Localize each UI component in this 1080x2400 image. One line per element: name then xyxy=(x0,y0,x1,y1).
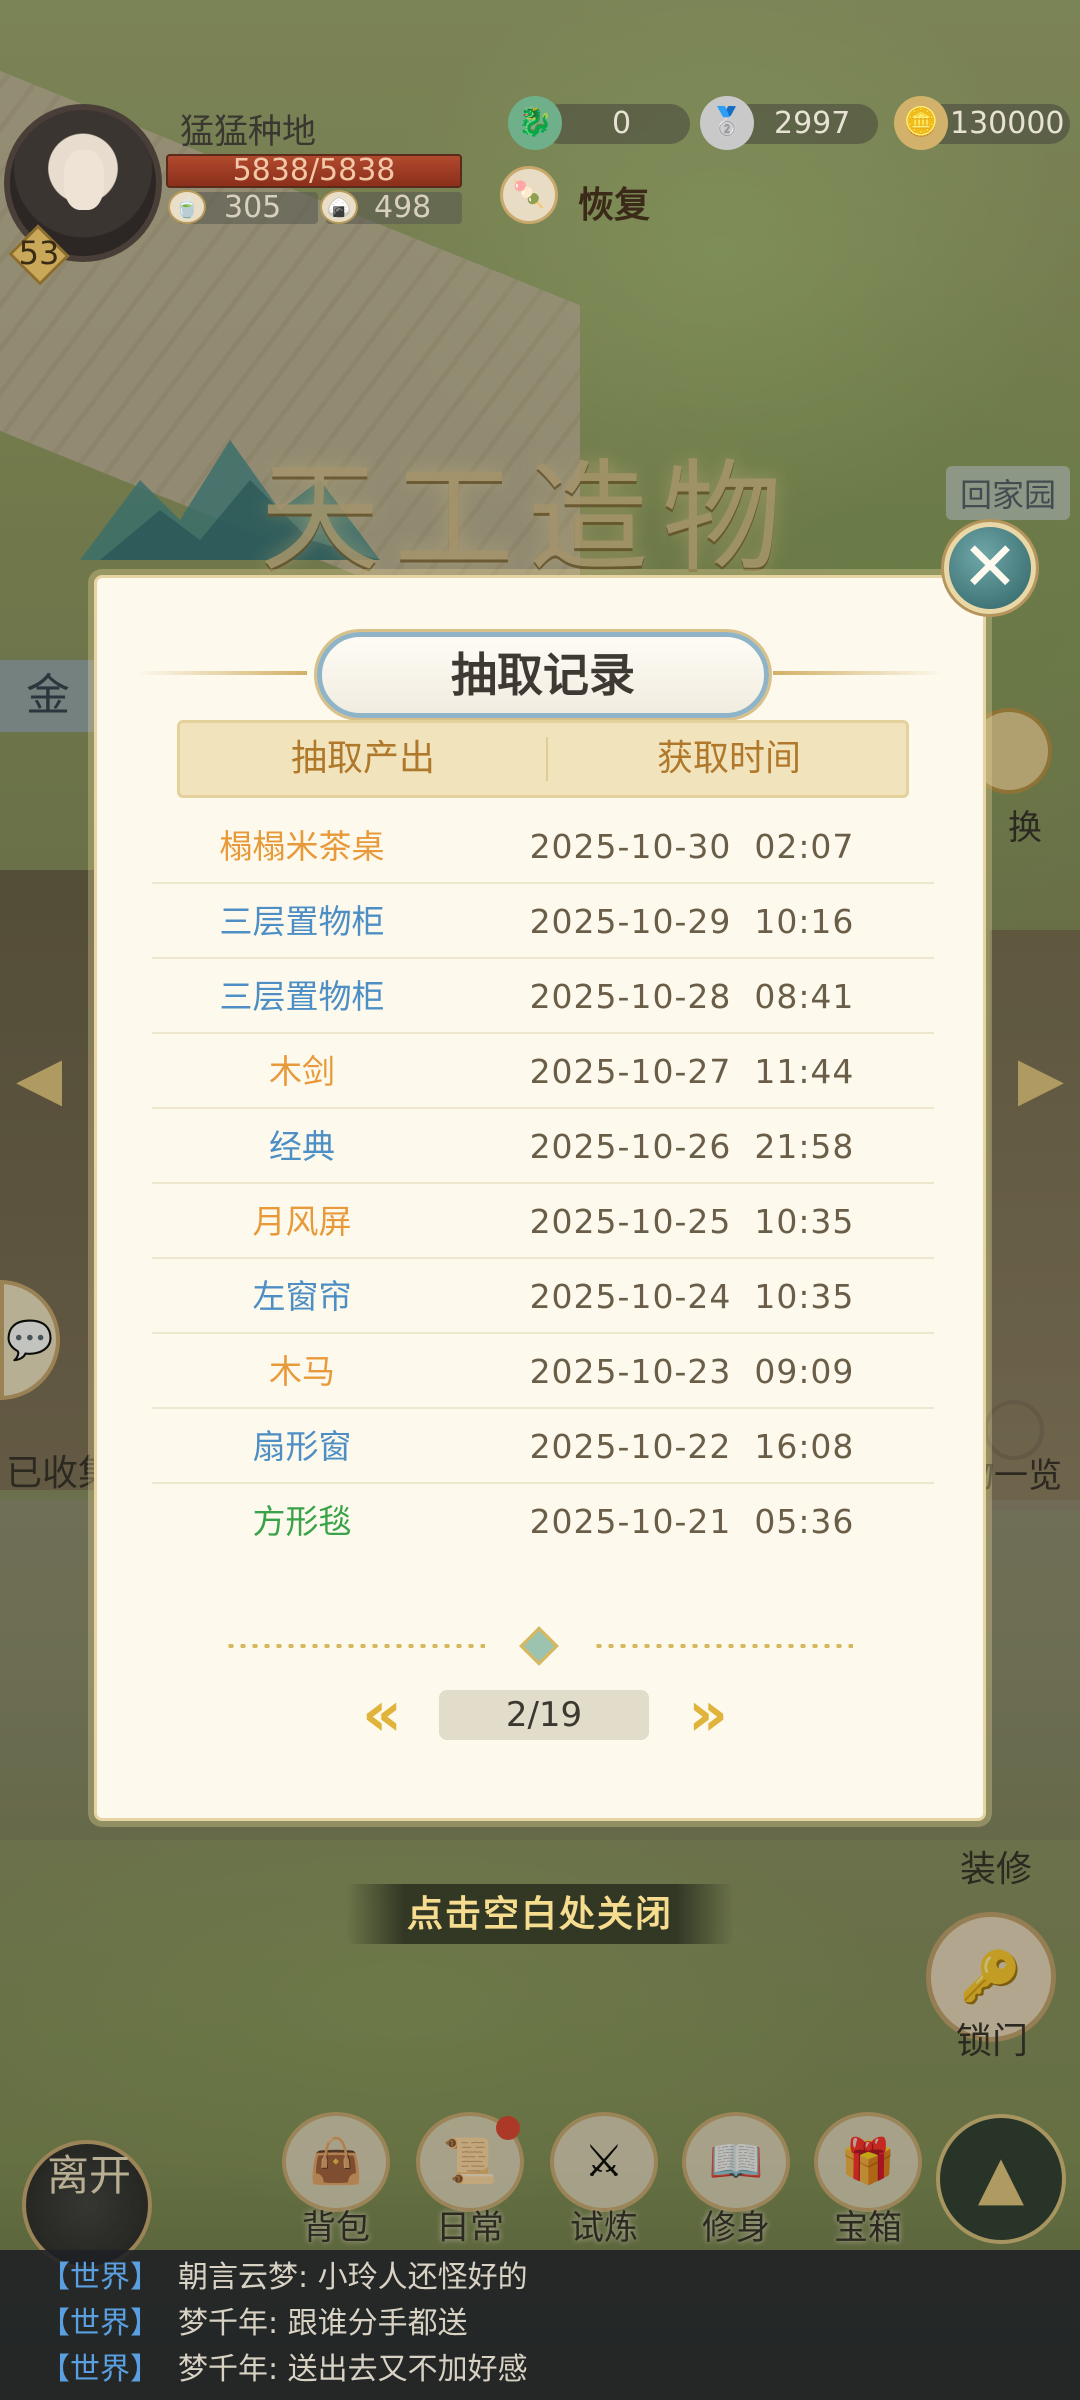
draw-record-modal: 抽取记录 抽取产出 获取时间 榻榻米茶桌 2025-10-30 02:07 三层… xyxy=(94,575,986,1821)
title-ornament-left xyxy=(137,671,307,675)
hp-bar: 5838/5838 xyxy=(166,154,462,188)
coins-icon[interactable]: 🪙 xyxy=(894,96,948,150)
row-item: 三层置物柜 xyxy=(219,902,385,941)
row-item: 榻榻米茶桌 xyxy=(219,827,385,866)
row-time: 2025-10-22 16:08 xyxy=(529,1427,855,1466)
table-row: 榻榻米茶桌 2025-10-30 02:07 xyxy=(152,810,934,884)
close-icon: ✕ xyxy=(961,528,1019,607)
dotted-divider-right xyxy=(593,1644,853,1648)
restore-label: 恢复 xyxy=(578,185,651,226)
diamond-ornament-icon xyxy=(519,1626,559,1666)
chat-text: 朝言云梦: 小玲人还怪好的 xyxy=(178,2260,528,2295)
table-row: 木马 2025-10-23 09:09 xyxy=(152,1335,934,1409)
row-item: 方形毯 xyxy=(252,1502,352,1541)
table-row: 左窗帘 2025-10-24 10:35 xyxy=(152,1260,934,1334)
food-icon: 🍙 xyxy=(320,190,358,224)
chat-channel: 【世界】 xyxy=(40,2352,160,2387)
modal-title: 抽取记录 xyxy=(451,648,635,702)
prev-page-button[interactable]: « xyxy=(347,1683,417,1746)
table-row: 经典 2025-10-26 21:58 xyxy=(152,1110,934,1184)
chat-channel: 【世界】 xyxy=(40,2260,160,2295)
row-item: 左窗帘 xyxy=(252,1277,352,1316)
table-row: 三层置物柜 2025-10-28 08:41 xyxy=(152,960,934,1034)
row-time: 2025-10-30 02:07 xyxy=(529,827,855,866)
table-row: 木剑 2025-10-27 11:44 xyxy=(152,1035,934,1109)
stamina-value: 305 xyxy=(224,190,282,225)
row-time: 2025-10-21 05:36 xyxy=(529,1502,855,1541)
row-time: 2025-10-28 08:41 xyxy=(529,977,855,1016)
player-name: 猛猛种地 xyxy=(180,112,316,152)
world-chat[interactable]: 【世界】 朝言云梦: 小玲人还怪好的 【世界】 梦千年: 跟谁分手都送 【世界】 梦千… xyxy=(0,2250,1080,2400)
silver-icon[interactable]: 🥈 xyxy=(700,96,754,150)
table-row: 扇形窗 2025-10-22 16:08 xyxy=(152,1410,934,1484)
double-chevron-right-icon: » xyxy=(687,1677,729,1750)
close-button[interactable]: ✕ xyxy=(944,522,1036,614)
row-time: 2025-10-24 10:35 xyxy=(529,1277,855,1316)
column-time: 获取时间 xyxy=(656,738,801,779)
jade-value: 0 xyxy=(612,106,632,141)
table-header: 抽取产出 获取时间 xyxy=(177,720,909,798)
avatar-face xyxy=(64,150,104,210)
table-row: 月风屏 2025-10-25 10:35 xyxy=(152,1185,934,1259)
chat-line: 【世界】 梦千年: 跟谁分手都送 xyxy=(40,2302,468,2346)
restore-icon: 🍡 xyxy=(500,166,558,224)
row-time: 2025-10-29 10:16 xyxy=(529,902,855,941)
chat-line: 【世界】 朝言云梦: 小玲人还怪好的 xyxy=(40,2256,528,2300)
food-value: 498 xyxy=(374,190,432,225)
stamina-icon: 🍵 xyxy=(168,190,206,224)
chat-line: 【世界】 梦千年: 送出去又不加好感 xyxy=(40,2348,528,2392)
table-row: 方形毯 2025-10-21 05:36 xyxy=(152,1485,934,1559)
row-item: 经典 xyxy=(269,1127,335,1166)
row-time: 2025-10-27 11:44 xyxy=(529,1052,855,1091)
page-indicator: 2/19 xyxy=(439,1690,649,1740)
jade-icon[interactable]: 🐉 xyxy=(508,96,562,150)
coins-value: 130000 xyxy=(950,106,1065,141)
chat-text: 梦千年: 送出去又不加好感 xyxy=(178,2352,528,2387)
double-chevron-left-icon: « xyxy=(361,1677,403,1750)
dotted-divider-left xyxy=(225,1644,485,1648)
title-ornament-right xyxy=(773,671,943,675)
chat-channel: 【世界】 xyxy=(40,2306,160,2341)
row-time: 2025-10-23 09:09 xyxy=(529,1352,855,1391)
hp-text: 5838/5838 xyxy=(232,153,396,188)
row-item: 木马 xyxy=(269,1352,335,1391)
table-row: 三层置物柜 2025-10-29 10:16 xyxy=(152,885,934,959)
row-item: 扇形窗 xyxy=(252,1427,352,1466)
row-item: 月风屏 xyxy=(252,1202,352,1241)
close-hint: 点击空白处关闭 xyxy=(346,1884,734,1944)
silver-value: 2997 xyxy=(774,106,851,141)
row-time: 2025-10-25 10:35 xyxy=(529,1202,855,1241)
column-item: 抽取产出 xyxy=(290,738,435,779)
next-page-button[interactable]: » xyxy=(673,1683,743,1746)
restore-button[interactable]: 🍡 恢复 xyxy=(500,166,650,226)
row-item: 三层置物柜 xyxy=(219,977,385,1016)
row-item: 木剑 xyxy=(269,1052,335,1091)
chat-text: 梦千年: 跟谁分手都送 xyxy=(178,2306,468,2341)
row-time: 2025-10-26 21:58 xyxy=(529,1127,855,1166)
level-text: 53 xyxy=(18,234,60,272)
